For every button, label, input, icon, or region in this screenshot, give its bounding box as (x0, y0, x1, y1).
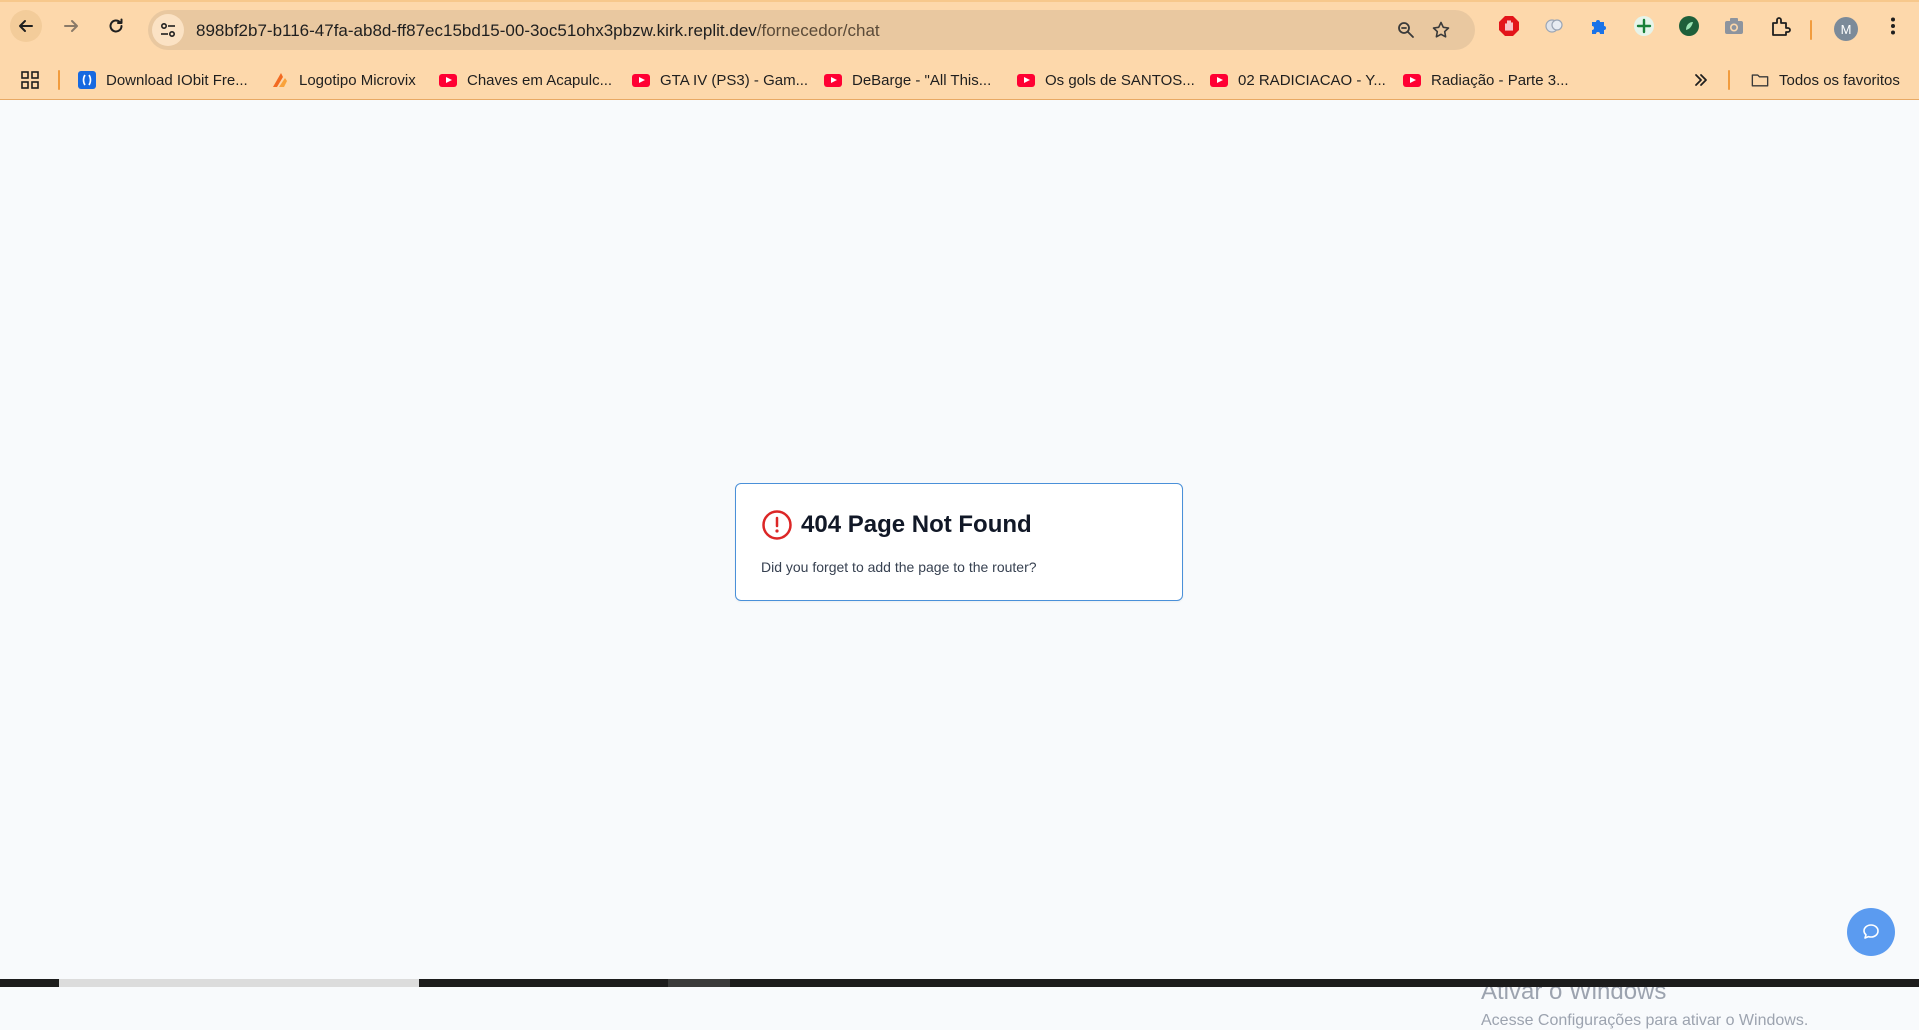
cloud-icon (1545, 19, 1563, 33)
browser-menu-button[interactable] (1881, 14, 1905, 38)
taskbar-window-preview[interactable] (59, 979, 419, 987)
extension-leaf-button[interactable] (1677, 14, 1701, 38)
bookmarks-separator (1728, 70, 1730, 90)
page-content: 404 Page Not Found Did you forget to add… (0, 101, 1919, 1029)
adblock-extension-button[interactable] (1497, 14, 1521, 38)
all-bookmarks-button[interactable]: Todos os favoritos (1751, 69, 1900, 91)
screenshot-extension-button[interactable] (1722, 14, 1746, 38)
apps-button[interactable] (20, 69, 40, 91)
all-bookmarks-label: Todos os favoritos (1779, 71, 1900, 89)
bookmark-item[interactable]: DeBarge - "All This... (824, 69, 991, 91)
url-host: 898bf2b7-b116-47fa-ab8d-ff87ec15bd15-00-… (196, 21, 757, 40)
zoom-icon (1398, 22, 1414, 38)
camera-icon (1725, 18, 1743, 34)
chevron-double-right-icon (1695, 74, 1707, 86)
browser-toolbar: 898bf2b7-b116-47fa-ab8d-ff87ec15bd15-00-… (0, 0, 1919, 60)
bookmark-star-button[interactable] (1429, 18, 1453, 42)
puzzle-icon (1592, 20, 1606, 34)
bookmark-item[interactable]: Chaves em Acapulc... (439, 69, 612, 91)
url-path: /fornecedor/chat (756, 21, 880, 40)
plus-icon (1634, 16, 1654, 36)
back-button[interactable] (10, 10, 42, 42)
avatar-initial: M (1840, 21, 1852, 37)
bookmark-label: Os gols de SANTOS... (1045, 71, 1195, 89)
apps-grid-icon (21, 71, 39, 89)
address-bar[interactable]: 898bf2b7-b116-47fa-ab8d-ff87ec15bd15-00-… (148, 10, 1475, 50)
error-card: 404 Page Not Found Did you forget to add… (735, 483, 1183, 601)
extension-plus-button[interactable] (1632, 14, 1656, 38)
bookmark-label: Download IObit Fre... (106, 71, 248, 89)
bookmark-label: Logotipo Microvix (299, 71, 416, 89)
youtube-icon (1017, 71, 1035, 89)
more-vertical-icon (1891, 17, 1895, 35)
watermark-subtitle: Acesse Configurações para ativar o Windo… (1481, 1012, 1809, 1029)
iobit-icon (78, 71, 96, 89)
bookmark-label: Radiação - Parte 3... (1431, 71, 1569, 89)
youtube-icon (1403, 71, 1421, 89)
leaf-icon (1679, 16, 1699, 36)
toolbar-separator (1810, 20, 1812, 40)
bookmark-item[interactable]: Os gols de SANTOS... (1017, 69, 1195, 91)
youtube-icon (1210, 71, 1228, 89)
star-icon (1432, 21, 1450, 38)
site-info-button[interactable] (152, 14, 184, 46)
bookmark-item[interactable]: Logotipo Microvix (271, 69, 416, 91)
extensions-menu-button[interactable] (1769, 14, 1793, 38)
error-message: Did you forget to add the page to the ro… (761, 559, 1037, 575)
tune-icon (160, 22, 176, 38)
chat-button[interactable] (1847, 908, 1895, 956)
profile-avatar[interactable]: M (1834, 17, 1858, 41)
arrow-right-icon (64, 20, 78, 32)
bookmark-item[interactable]: Radiação - Parte 3... (1403, 69, 1569, 91)
extension-puzzle-button[interactable] (1587, 14, 1611, 38)
youtube-icon (824, 71, 842, 89)
chat-bubble-icon (1863, 924, 1879, 939)
error-title: 404 Page Not Found (801, 511, 1032, 538)
forward-button[interactable] (55, 10, 87, 42)
taskbar-item[interactable] (668, 979, 730, 987)
extension-cloud-button[interactable] (1542, 14, 1566, 38)
reload-icon (109, 18, 123, 33)
bookmark-label: Chaves em Acapulc... (467, 71, 613, 89)
url-text[interactable]: 898bf2b7-b116-47fa-ab8d-ff87ec15bd15-00-… (196, 21, 880, 41)
zoom-button[interactable] (1394, 18, 1418, 42)
bookmarks-separator (58, 70, 60, 90)
microvix-icon (271, 71, 289, 89)
bookmark-label: 02 RADICIACAO - Y... (1238, 71, 1386, 89)
alert-circle-icon (762, 510, 792, 540)
reload-button[interactable] (100, 10, 132, 42)
more-bookmarks-button[interactable] (1692, 69, 1710, 91)
youtube-icon (439, 71, 457, 89)
bookmarks-bar: Download IObit Fre... Logotipo Microvix … (0, 60, 1919, 100)
folder-icon (1751, 71, 1769, 89)
bookmark-label: GTA IV (PS3) - Gam... (660, 71, 809, 89)
bookmark-item[interactable]: 02 RADICIACAO - Y... (1210, 69, 1386, 91)
bookmark-item[interactable]: GTA IV (PS3) - Gam... (632, 69, 808, 91)
error-heading: 404 Page Not Found (761, 509, 1032, 541)
stop-hand-icon (1499, 16, 1519, 36)
tab-strip-edge (0, 0, 1919, 2)
bookmark-label: DeBarge - "All This... (852, 71, 992, 89)
extensions-icon (1772, 17, 1791, 36)
bookmark-item[interactable]: Download IObit Fre... (78, 69, 248, 91)
arrow-left-icon (19, 20, 33, 32)
youtube-icon (632, 71, 650, 89)
